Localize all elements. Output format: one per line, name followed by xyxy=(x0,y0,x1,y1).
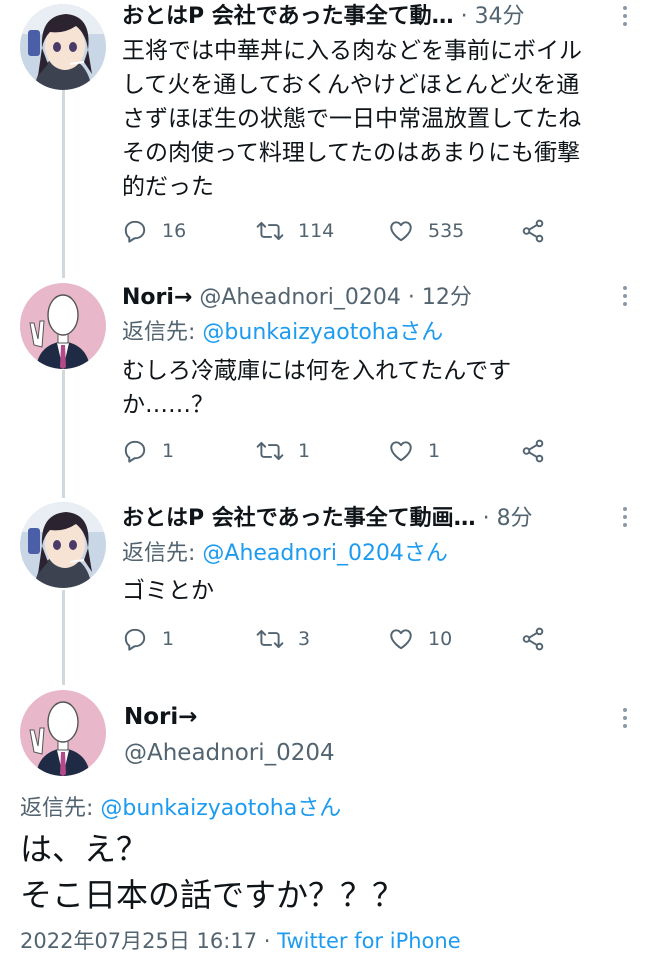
retweet-button[interactable]: 1 xyxy=(256,434,310,468)
thread-line xyxy=(62,370,65,498)
tweet-source-link[interactable]: Twitter for iPhone xyxy=(277,929,461,953)
tweet-time[interactable]: 12分 xyxy=(422,285,472,310)
more-icon[interactable] xyxy=(619,286,631,306)
like-icon xyxy=(390,221,412,242)
avatar[interactable] xyxy=(20,283,106,369)
author-name[interactable]: おとはP 会社であった事全て動画… xyxy=(122,506,476,531)
reply-count: 16 xyxy=(162,220,187,242)
tweet-text: 王将では中華丼に入る肉などを事前にボイル して火を通しておくんやけどほとんど火を… xyxy=(122,38,582,200)
reply-to: 返信先: @bunkaizyaotohaさん xyxy=(122,320,444,345)
avatar[interactable] xyxy=(20,502,106,588)
like-button[interactable]: 535 xyxy=(388,214,464,248)
like-button[interactable]: 10 xyxy=(388,622,452,656)
reply-icon xyxy=(124,628,146,651)
tweet-header: おとはP 会社であった事全て動画… · 8分 xyxy=(122,506,533,531)
main-tweet-text: は、え？ そこ日本の話ですか？？？ xyxy=(20,830,405,914)
tweet-timestamp[interactable]: 2022年07月25日 16:17 xyxy=(20,929,257,953)
tweet-meta: 2022年07月25日 16:17 · Twitter for iPhone xyxy=(20,929,461,953)
reply-button[interactable]: 1 xyxy=(122,622,174,656)
tweet-time[interactable]: 34分 xyxy=(475,4,525,29)
share-button[interactable] xyxy=(520,214,546,248)
like-count: 535 xyxy=(428,220,465,242)
reply-to: 返信先: @bunkaizyaotohaさん xyxy=(20,796,342,821)
share-icon xyxy=(522,439,544,463)
share-icon xyxy=(522,219,544,243)
tweet-header: おとはP 会社であった事全て動… · 34分 xyxy=(122,4,525,29)
thread-line xyxy=(62,590,65,685)
retweet-count: 114 xyxy=(298,220,335,242)
share-button[interactable] xyxy=(520,434,546,468)
reply-button[interactable]: 16 xyxy=(122,214,186,248)
share-icon xyxy=(522,627,544,651)
author-name[interactable]: Nori→ xyxy=(122,285,192,310)
thread-line xyxy=(62,90,65,278)
like-icon xyxy=(390,441,412,462)
like-count: 10 xyxy=(428,628,453,650)
like-icon xyxy=(390,629,412,650)
main-author-name[interactable]: Nori→ xyxy=(124,700,198,734)
tweet-actions: 1 1 1 xyxy=(122,434,562,468)
like-count: 1 xyxy=(428,440,441,462)
reply-icon xyxy=(124,220,146,243)
author-name[interactable]: おとはP 会社であった事全て動… xyxy=(122,4,454,29)
retweet-count: 1 xyxy=(298,440,311,462)
reply-to: 返信先: @Aheadnori_0204さん xyxy=(122,541,448,566)
avatar[interactable] xyxy=(20,4,106,90)
tweet-actions: 16 114 535 xyxy=(122,214,562,248)
reply-icon xyxy=(124,440,146,463)
tweet-time[interactable]: 8分 xyxy=(497,506,533,531)
reply-count: 1 xyxy=(162,440,175,462)
reply-mention-link[interactable]: @bunkaizyaotohaさん xyxy=(100,796,341,821)
retweet-count: 3 xyxy=(298,628,311,650)
tweet-text: ゴミとか xyxy=(122,578,214,604)
tweet-actions: 1 3 10 xyxy=(122,622,562,656)
more-icon[interactable] xyxy=(619,6,631,26)
tweet-text: むしろ冷蔵庫には何を入れてたんです か……？ xyxy=(122,358,512,418)
tweet-header: Nori→ @Aheadnori_0204 · 12分 xyxy=(122,285,472,310)
like-button[interactable]: 1 xyxy=(388,434,440,468)
share-button[interactable] xyxy=(520,622,546,656)
more-icon[interactable] xyxy=(619,708,631,728)
reply-mention-link[interactable]: @bunkaizyaotohaさん xyxy=(202,320,443,345)
avatar[interactable] xyxy=(20,690,106,776)
author-handle[interactable]: @Aheadnori_0204 xyxy=(199,285,401,310)
retweet-icon xyxy=(256,221,284,241)
retweet-button[interactable]: 114 xyxy=(256,214,334,248)
main-author-handle[interactable]: @Aheadnori_0204 xyxy=(124,736,335,770)
reply-mention-link[interactable]: @Aheadnori_0204さん xyxy=(202,541,448,566)
more-icon[interactable] xyxy=(619,507,631,527)
retweet-icon xyxy=(256,441,284,461)
retweet-button[interactable]: 3 xyxy=(256,622,310,656)
reply-count: 1 xyxy=(162,628,175,650)
reply-button[interactable]: 1 xyxy=(122,434,174,468)
retweet-icon xyxy=(256,629,284,649)
